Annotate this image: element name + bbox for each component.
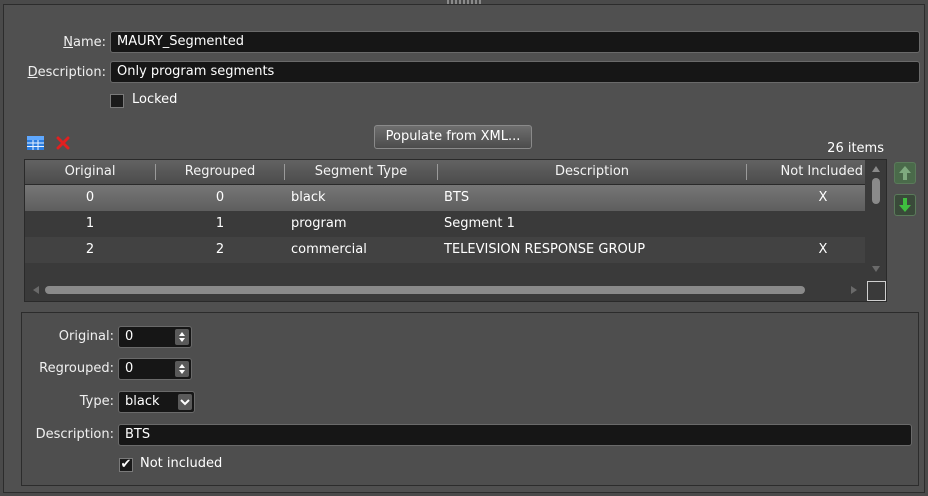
type-label: Type: bbox=[79, 394, 114, 409]
locked-checkbox[interactable] bbox=[110, 94, 124, 108]
red-x-icon[interactable] bbox=[56, 136, 70, 150]
locked-label: Locked bbox=[132, 92, 178, 107]
cell-regrouped: 0 bbox=[215, 190, 225, 205]
cell-description: TELEVISION RESPONSE GROUP bbox=[444, 242, 646, 257]
segment-detail-panel: Original: 0 Regrouped: 0 Type: black Des… bbox=[21, 312, 919, 486]
original-value: 0 bbox=[125, 329, 134, 344]
cell-original: 0 bbox=[85, 190, 95, 205]
spinner-arrows-icon[interactable] bbox=[175, 329, 189, 345]
column-header-description[interactable]: Description bbox=[438, 160, 746, 184]
not-included-checkbox[interactable]: ✔ bbox=[119, 458, 133, 472]
horizontal-scrollbar[interactable] bbox=[31, 284, 861, 296]
arrow-up-icon bbox=[898, 165, 912, 185]
regrouped-spinner[interactable]: 0 bbox=[118, 358, 192, 380]
column-header-segment-type[interactable]: Segment Type bbox=[285, 160, 437, 184]
regrouped-value: 0 bbox=[125, 361, 134, 376]
type-dropdown[interactable]: black bbox=[118, 391, 195, 413]
cell-segment-type: program bbox=[291, 216, 347, 231]
cell-description: BTS bbox=[444, 190, 470, 205]
column-header-regrouped[interactable]: Regrouped bbox=[156, 160, 284, 184]
segments-table[interactable]: Original Regrouped Segment Type Descript… bbox=[24, 159, 887, 302]
scroll-corner bbox=[867, 281, 886, 301]
detail-description-label: Description: bbox=[35, 427, 114, 442]
cell-original: 2 bbox=[85, 242, 95, 257]
name-label: Name: bbox=[63, 35, 106, 50]
original-label: Original: bbox=[58, 329, 114, 344]
segment-editor-panel: Name: MAURY_Segmented Description: Only … bbox=[3, 4, 925, 493]
grid-icon[interactable] bbox=[27, 136, 44, 150]
cell-original: 1 bbox=[85, 216, 95, 231]
column-header-not-included[interactable]: Not Included bbox=[747, 160, 865, 184]
not-included-label: Not included bbox=[140, 456, 223, 471]
table-header: Original Regrouped Segment Type Descript… bbox=[25, 160, 865, 185]
description-value: Only program segments bbox=[117, 64, 275, 79]
description-field[interactable]: Only program segments bbox=[110, 61, 920, 83]
chevron-down-icon[interactable] bbox=[178, 394, 192, 410]
table-row[interactable]: 1 1 program Segment 1 bbox=[25, 211, 865, 237]
cell-segment-type: commercial bbox=[291, 242, 367, 257]
cell-segment-type: black bbox=[291, 190, 326, 205]
item-count: 26 items bbox=[827, 141, 884, 156]
description-label: Description: bbox=[27, 65, 106, 80]
detail-description-field[interactable]: BTS bbox=[118, 424, 912, 446]
type-value: black bbox=[125, 394, 160, 409]
move-down-button[interactable] bbox=[894, 194, 916, 216]
column-header-original[interactable]: Original bbox=[25, 160, 155, 184]
vertical-scrollbar[interactable] bbox=[869, 164, 883, 274]
name-value: MAURY_Segmented bbox=[117, 34, 245, 49]
arrow-down-icon bbox=[898, 197, 912, 217]
spinner-arrows-icon[interactable] bbox=[175, 361, 189, 377]
populate-from-xml-button[interactable]: Populate from XML... bbox=[374, 125, 532, 149]
detail-description-value: BTS bbox=[125, 427, 151, 442]
table-row[interactable]: 0 0 black BTS X bbox=[25, 185, 865, 211]
name-field[interactable]: MAURY_Segmented bbox=[110, 31, 920, 53]
cell-regrouped: 2 bbox=[215, 242, 225, 257]
table-row[interactable]: 2 2 commercial TELEVISION RESPONSE GROUP… bbox=[25, 237, 865, 263]
move-up-button[interactable] bbox=[894, 162, 916, 184]
cell-description: Segment 1 bbox=[444, 216, 515, 231]
populate-label: Populate from XML... bbox=[385, 129, 521, 144]
original-spinner[interactable]: 0 bbox=[118, 326, 192, 348]
regrouped-label: Regrouped: bbox=[39, 361, 114, 376]
cell-regrouped: 1 bbox=[215, 216, 225, 231]
